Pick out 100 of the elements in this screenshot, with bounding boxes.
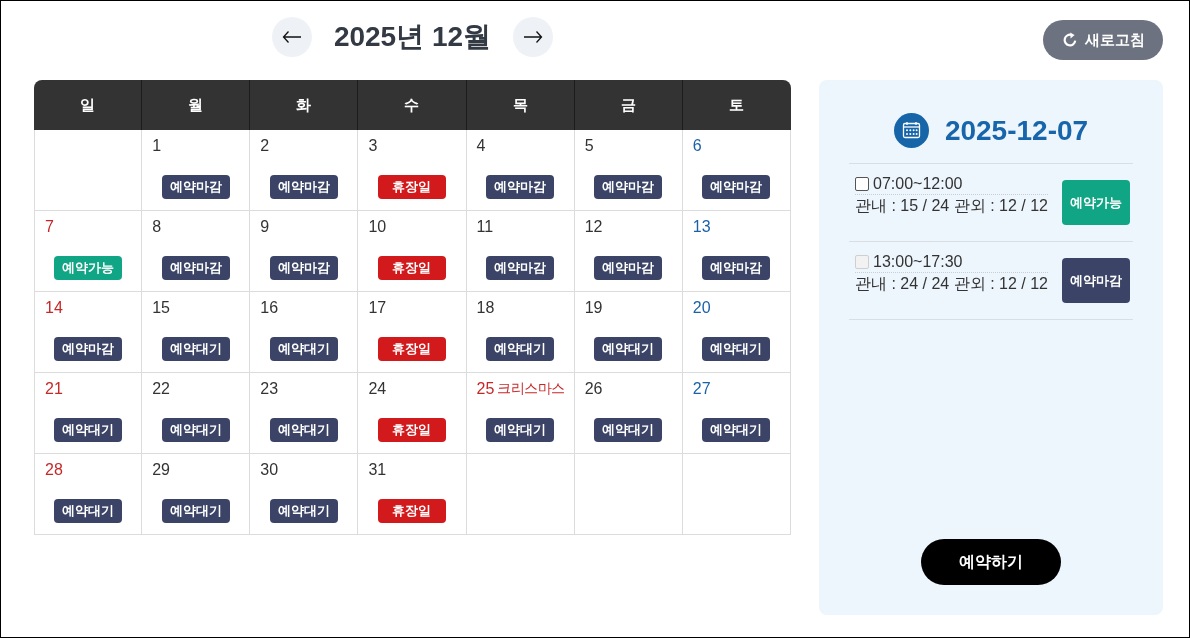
date-number: 1 <box>152 137 162 155</box>
status-badge: 휴장일 <box>378 499 446 523</box>
holiday-name: 크리스마스 <box>497 380 565 398</box>
next-month-button[interactable] <box>513 17 554 57</box>
date-number: 4 <box>476 137 486 155</box>
slot-capacity: 관내 : 24 / 24 관외 : 12 / 12 <box>855 273 1048 294</box>
slot-checkbox[interactable] <box>855 177 869 191</box>
status-badge: 예약대기 <box>702 337 771 361</box>
status-badge: 휴장일 <box>378 256 446 280</box>
day-cell[interactable]: 3 휴장일 <box>358 130 467 211</box>
status-badge: 예약마감 <box>54 337 123 361</box>
status-badge: 예약대기 <box>594 418 663 442</box>
date-number: 5 <box>584 137 594 155</box>
date-number: 31 <box>368 461 387 479</box>
status-badge: 예약마감 <box>269 256 338 280</box>
status-badge: 예약대기 <box>702 418 771 442</box>
day-cell[interactable]: 15 예약대기 <box>142 292 251 373</box>
day-cell[interactable]: 14 예약마감 <box>34 292 143 373</box>
day-cell[interactable]: 6 예약마감 <box>682 130 791 211</box>
day-cell[interactable]: 26 예약대기 <box>574 373 683 454</box>
status-badge: 휴장일 <box>378 337 446 361</box>
date-number: 27 <box>692 380 711 398</box>
day-cell[interactable]: 30 예약대기 <box>250 454 359 535</box>
date-number: 6 <box>692 137 702 155</box>
arrow-right-icon <box>523 30 544 44</box>
refresh-icon <box>1061 32 1078 48</box>
month-title: 2025년 12월 <box>333 20 492 54</box>
refresh-button[interactable]: 새로고침 <box>1043 20 1163 60</box>
day-cell[interactable]: 11 예약마감 <box>466 211 575 292</box>
day-cell[interactable]: 29 예약대기 <box>142 454 251 535</box>
slot-time: 13:00~17:30 <box>873 253 963 271</box>
status-badge: 예약대기 <box>269 499 338 523</box>
day-cell[interactable]: 18 예약대기 <box>466 292 575 373</box>
day-cell[interactable]: 31 휴장일 <box>358 454 467 535</box>
status-badge: 예약대기 <box>54 499 123 523</box>
day-cell[interactable]: 28 예약대기 <box>34 454 143 535</box>
status-badge: 예약대기 <box>161 337 230 361</box>
date-number: 30 <box>260 461 279 479</box>
day-cell[interactable]: 23 예약대기 <box>250 373 359 454</box>
day-cell[interactable]: 8 예약마감 <box>142 211 251 292</box>
date-number: 12 <box>584 218 603 236</box>
status-badge: 예약대기 <box>486 337 555 361</box>
status-badge: 예약마감 <box>161 175 230 199</box>
day-cell[interactable]: 20 예약대기 <box>682 292 791 373</box>
day-cell[interactable]: 19 예약대기 <box>574 292 683 373</box>
status-badge: 예약마감 <box>161 256 230 280</box>
day-cell[interactable]: 24 휴장일 <box>358 373 467 454</box>
date-number: 18 <box>476 299 495 317</box>
weekday-label: 토 <box>729 95 745 115</box>
day-cell[interactable]: 22 예약대기 <box>142 373 251 454</box>
day-cell[interactable]: 13 예약마감 <box>682 211 791 292</box>
date-number: 24 <box>368 380 387 398</box>
status-badge: 휴장일 <box>378 418 446 442</box>
weekday-label: 목 <box>512 95 528 115</box>
day-cell[interactable]: 7 예약가능 <box>34 211 143 292</box>
status-badge: 예약대기 <box>269 418 338 442</box>
status-badge: 예약대기 <box>161 499 230 523</box>
status-badge: 예약가능 <box>54 256 123 280</box>
day-cell[interactable]: 10 휴장일 <box>358 211 467 292</box>
prev-month-button[interactable] <box>271 17 312 57</box>
selected-date: 2025-12-07 <box>944 114 1089 147</box>
status-badge: 예약대기 <box>161 418 230 442</box>
day-cell[interactable]: 1 예약마감 <box>142 130 251 211</box>
reserve-button[interactable]: 예약하기 <box>921 539 1061 585</box>
day-cell[interactable]: 5 예약마감 <box>574 130 683 211</box>
day-cell[interactable]: 17 휴장일 <box>358 292 467 373</box>
status-badge: 예약대기 <box>486 418 555 442</box>
date-number: 25 <box>476 380 495 398</box>
day-cell[interactable]: 4 예약마감 <box>466 130 575 211</box>
weekday-label: 월 <box>188 95 204 115</box>
status-badge: 예약대기 <box>54 418 123 442</box>
date-number: 17 <box>368 299 387 317</box>
date-number: 20 <box>692 299 711 317</box>
date-number: 11 <box>476 218 494 236</box>
day-cell[interactable]: 2 예약마감 <box>250 130 359 211</box>
status-badge: 예약마감 <box>594 256 663 280</box>
slot-capacity: 관내 : 15 / 24 관외 : 12 / 12 <box>855 195 1048 216</box>
day-cell[interactable]: 25 크리스마스 예약대기 <box>466 373 575 454</box>
date-number: 3 <box>368 137 378 155</box>
date-number: 2 <box>260 137 270 155</box>
slot-time: 07:00~12:00 <box>873 175 963 193</box>
date-number: 19 <box>584 299 603 317</box>
date-number: 10 <box>368 218 387 236</box>
day-cell[interactable]: 9 예약마감 <box>250 211 359 292</box>
date-number: 16 <box>260 299 279 317</box>
status-badge: 휴장일 <box>378 175 446 199</box>
weekday-label: 수 <box>404 95 420 115</box>
status-badge: 예약대기 <box>594 337 663 361</box>
calendar-icon <box>893 113 929 148</box>
date-number: 8 <box>152 218 162 236</box>
day-cell[interactable]: 21 예약대기 <box>34 373 143 454</box>
status-badge: 예약마감 <box>269 175 338 199</box>
status-badge: 예약마감 <box>594 175 663 199</box>
status-badge: 예약마감 <box>702 175 771 199</box>
date-number: 14 <box>45 299 63 317</box>
day-cell[interactable]: 12 예약마감 <box>574 211 683 292</box>
day-cell[interactable]: 27 예약대기 <box>682 373 791 454</box>
day-cell[interactable]: 16 예약대기 <box>250 292 359 373</box>
status-badge: 예약마감 <box>486 175 555 199</box>
date-number: 29 <box>152 461 170 479</box>
